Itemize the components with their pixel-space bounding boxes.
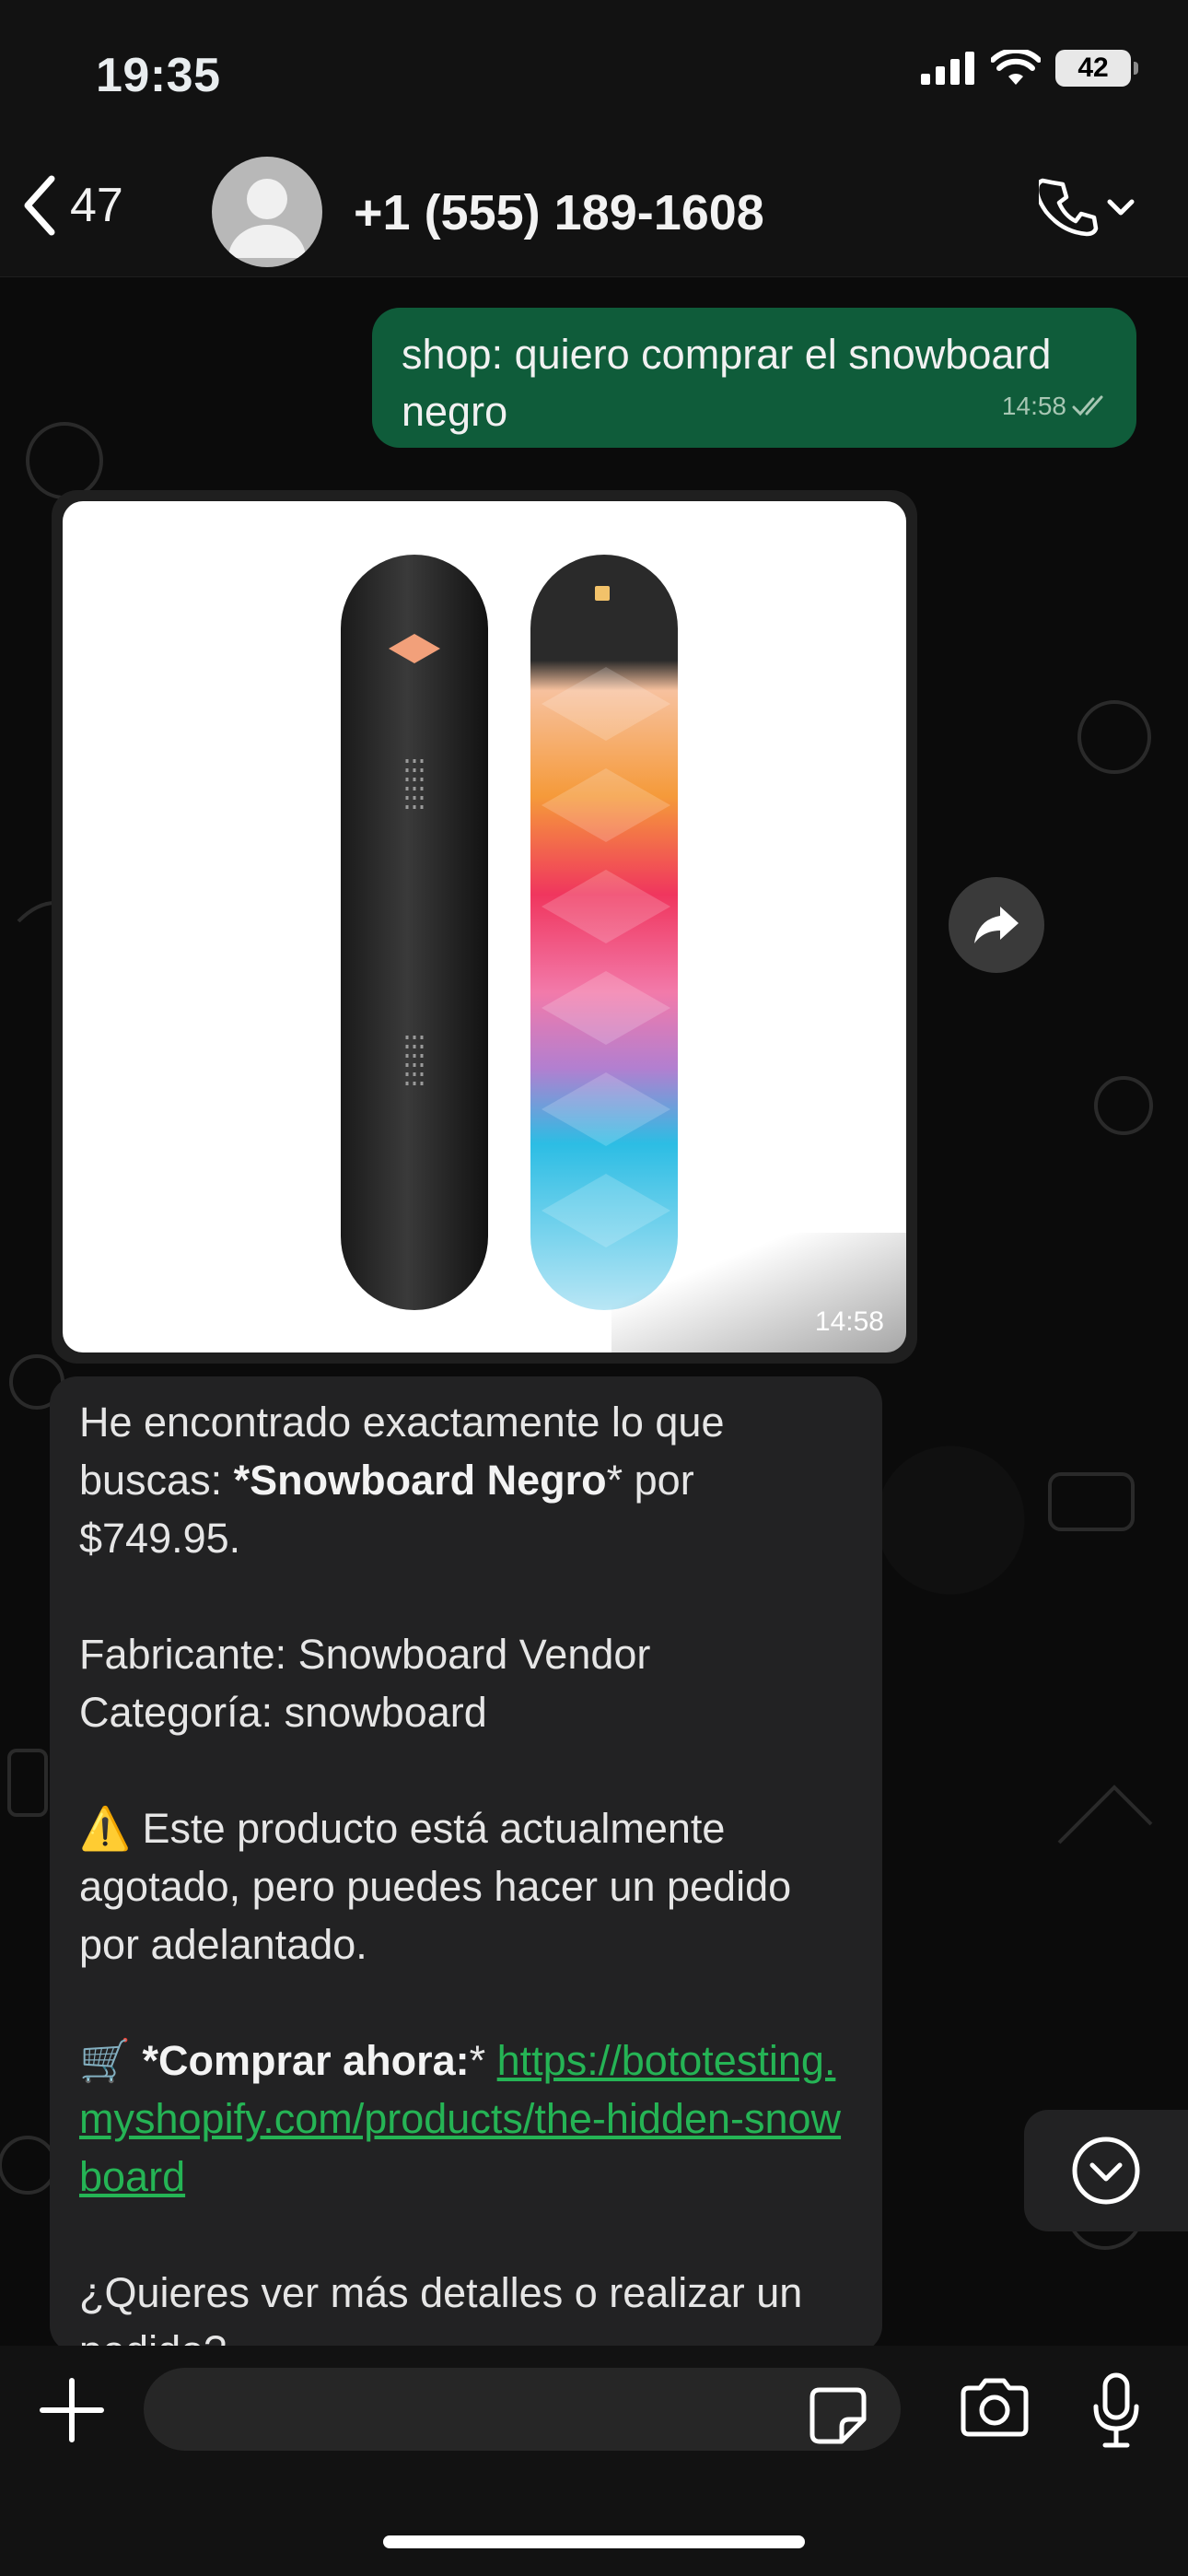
incoming-paragraph-5: ¿Quieres ver más detalles o realizar un … (79, 2264, 853, 2353)
plus-icon[interactable] (37, 2375, 107, 2445)
image-time: 14:58 (814, 1306, 884, 1337)
status-bar: 19:35 42 (0, 0, 1188, 147)
battery-icon: 42 (1055, 50, 1138, 87)
warning-icon: ⚠️ (79, 1805, 132, 1852)
wifi-icon (991, 50, 1041, 85)
image-message[interactable]: 14:58 (52, 490, 917, 1364)
cart-icon: 🛒 (79, 2037, 132, 2084)
outgoing-message[interactable]: shop: quiero comprar el snowboard negro … (372, 308, 1136, 448)
chat-header: 47 +1 (555) 189-1608 (0, 147, 1188, 277)
incoming-message[interactable]: He encontrado exactamente lo que buscas:… (50, 1376, 882, 2353)
avatar[interactable] (212, 157, 322, 267)
incoming-paragraph-2: Fabricante: Snowboard Vendor Categoría: … (79, 1625, 853, 1741)
message-meta: 14:58 (1002, 378, 1109, 435)
outgoing-text: shop: quiero comprar el snowboard negro (402, 331, 1052, 435)
scroll-to-bottom-button[interactable] (1024, 2110, 1188, 2231)
buy-label: *Comprar ahora: (142, 2037, 470, 2084)
sticker-icon[interactable] (809, 2386, 868, 2445)
chevron-down-icon (1107, 199, 1135, 216)
outgoing-time: 14:58 (1001, 392, 1066, 420)
incoming-paragraph-4: 🛒 *Comprar ahora:* https://bototesting.m… (79, 2032, 853, 2206)
phone-icon (1039, 178, 1099, 237)
product-image[interactable]: 14:58 (63, 501, 906, 1352)
back-button[interactable]: 47 (22, 175, 123, 236)
manufacturer-line: Fabricante: Snowboard Vendor (79, 1631, 651, 1678)
mic-icon[interactable] (1090, 2371, 1142, 2449)
incoming-paragraph-1: He encontrado exactamente lo que buscas:… (79, 1393, 853, 1567)
avatar-icon (228, 179, 306, 258)
contact-name[interactable]: +1 (555) 189-1608 (354, 184, 764, 241)
status-icons: 42 (921, 50, 1138, 87)
home-indicator (383, 2535, 805, 2548)
warning-text: Este producto está actualmente agotado, … (79, 1805, 792, 1968)
buy-star: * (469, 2037, 497, 2084)
snowboard-image (341, 555, 678, 1310)
product-name: *Snowboard Negro (233, 1457, 607, 1504)
read-receipt-icon (1072, 395, 1103, 416)
message-input[interactable] (144, 2368, 901, 2451)
camera-icon[interactable] (958, 2377, 1031, 2438)
forward-button[interactable] (949, 877, 1044, 973)
unread-count: 47 (70, 179, 123, 232)
status-time: 19:35 (96, 49, 221, 102)
category-line: Categoría: snowboard (79, 1689, 487, 1736)
scroll-down-icon (1072, 2137, 1140, 2205)
call-button[interactable] (1039, 177, 1136, 238)
incoming-paragraph-3: ⚠️ Este producto está actualmente agotad… (79, 1799, 853, 1973)
back-icon (24, 175, 55, 236)
forward-icon (974, 907, 1019, 943)
signal-icon (921, 52, 974, 85)
question-text: ¿Quieres ver más detalles o realizar un … (79, 2269, 803, 2353)
